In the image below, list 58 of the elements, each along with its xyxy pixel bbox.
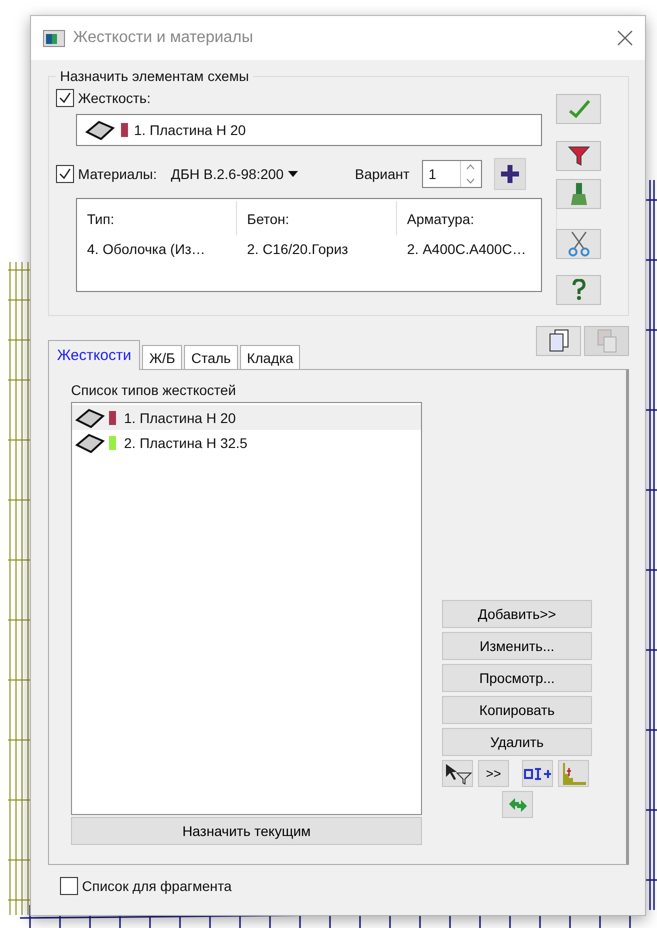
scissors-button[interactable] bbox=[556, 229, 601, 259]
documents-icon bbox=[596, 329, 618, 353]
table-cell-text: 2. С16/20.Гориз bbox=[246, 240, 350, 259]
table-cell-text: 4. Оболочка (Из… bbox=[86, 240, 206, 259]
refresh-arrows-icon bbox=[506, 796, 528, 814]
action-button[interactable]: Изменить... bbox=[442, 632, 592, 660]
norm-dropdown[interactable]: ДБН В.2.6-98:200 bbox=[170, 166, 329, 182]
brush-icon bbox=[570, 182, 588, 206]
scissors-icon bbox=[566, 231, 590, 257]
tab[interactable]: Сталь bbox=[184, 345, 238, 369]
plate-icon bbox=[75, 432, 105, 452]
action-button[interactable]: Копировать bbox=[442, 696, 592, 724]
window-icon bbox=[43, 30, 65, 46]
column-header: Бетон: bbox=[237, 201, 397, 235]
checkbox-label: Материалы: bbox=[78, 166, 157, 182]
checkbox-label: Жесткость: bbox=[78, 90, 151, 106]
forward-button[interactable]: >> bbox=[478, 760, 509, 787]
add-button[interactable] bbox=[494, 158, 526, 190]
checkbox[interactable] bbox=[60, 877, 78, 895]
table-cell-text: 2. А400С.А400С… bbox=[406, 240, 528, 259]
plate-icon bbox=[75, 408, 105, 428]
stiffness-field[interactable]: 1. Пластина Н 20 bbox=[76, 114, 542, 146]
checkbox[interactable] bbox=[56, 165, 74, 183]
variant-label: Вариант bbox=[354, 166, 410, 182]
window-title: Жесткости и материалы bbox=[73, 29, 254, 47]
question-icon bbox=[572, 279, 586, 301]
caret-icon bbox=[288, 171, 298, 177]
documents-icon bbox=[548, 329, 570, 353]
close-icon[interactable] bbox=[617, 30, 633, 46]
select-filter-button[interactable] bbox=[442, 760, 473, 787]
copy-button[interactable] bbox=[536, 326, 581, 356]
cursor-filter-icon bbox=[444, 762, 472, 784]
steps-icon bbox=[560, 762, 586, 786]
tab[interactable]: Кладка bbox=[240, 345, 300, 369]
checkbox-label: Список для фрагмента bbox=[82, 878, 232, 894]
list-item[interactable]: 1. Пластина Н 20 bbox=[72, 405, 421, 430]
apply-button[interactable] bbox=[556, 94, 601, 124]
action-button[interactable]: Удалить bbox=[442, 728, 592, 756]
spacing-icon bbox=[524, 768, 552, 780]
tab[interactable]: Ж/Б bbox=[142, 345, 182, 369]
filter-button[interactable] bbox=[556, 141, 601, 171]
action-button[interactable]: Добавить>> bbox=[442, 600, 592, 628]
tab[interactable]: Жесткости bbox=[48, 340, 140, 370]
column-header: Тип: bbox=[77, 201, 237, 235]
assign-button[interactable]: Назначить текущим bbox=[71, 817, 422, 845]
filter-icon bbox=[568, 145, 590, 167]
list-item[interactable]: 2. Пластина Н 32.5 bbox=[72, 430, 421, 455]
action-button[interactable]: Просмотр... bbox=[442, 664, 592, 692]
spacing-button[interactable] bbox=[522, 760, 553, 787]
plate-icon bbox=[85, 120, 115, 140]
plus-icon bbox=[500, 164, 520, 184]
group-legend: Назначить элементам схемы bbox=[56, 68, 253, 84]
list-title: Список типов жесткостей bbox=[71, 382, 237, 398]
variant-spinbox[interactable]: 1 bbox=[422, 160, 482, 188]
brush-button[interactable] bbox=[556, 179, 601, 209]
checkbox[interactable] bbox=[56, 89, 74, 107]
help-button[interactable] bbox=[556, 275, 601, 305]
refresh-button[interactable] bbox=[502, 791, 533, 818]
